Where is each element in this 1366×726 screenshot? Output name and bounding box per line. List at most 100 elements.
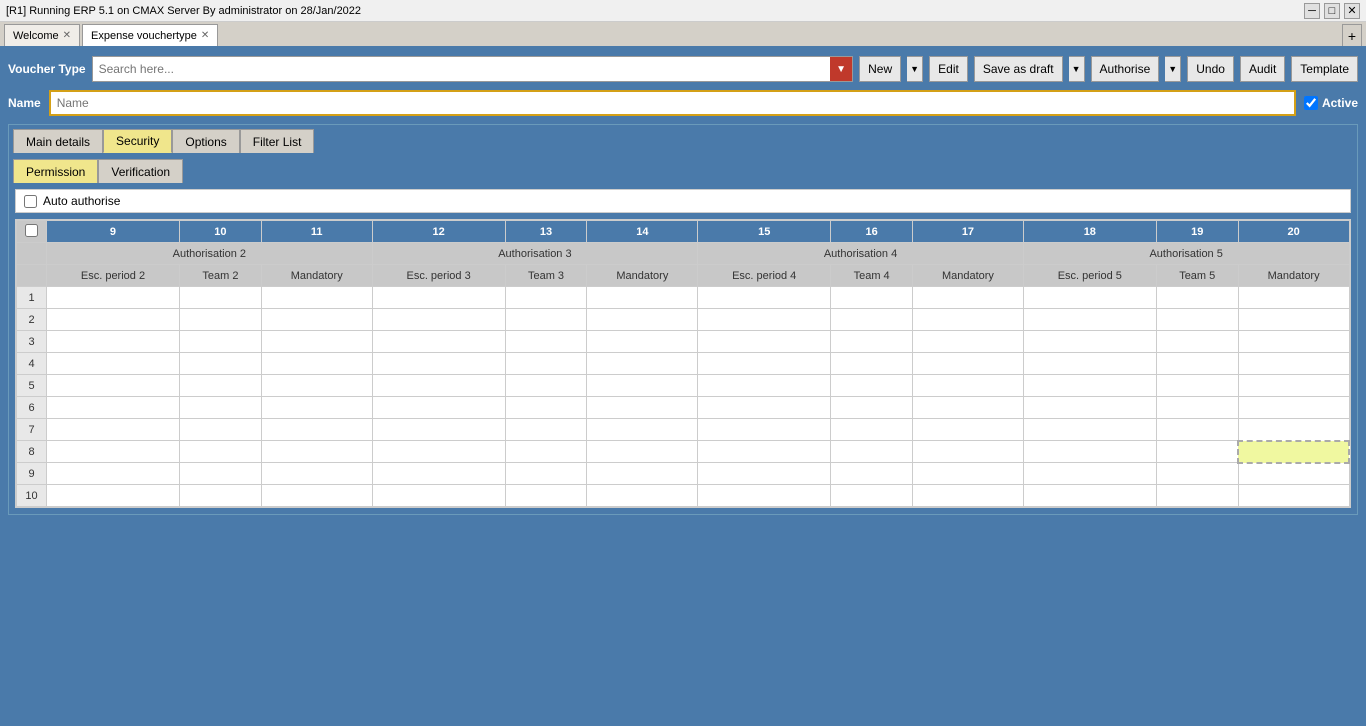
table-cell[interactable] — [831, 331, 913, 353]
table-cell[interactable] — [1156, 463, 1238, 485]
tab-main-details[interactable]: Main details — [13, 129, 103, 153]
active-checkbox[interactable] — [1304, 96, 1318, 110]
table-cell[interactable] — [698, 353, 831, 375]
table-cell[interactable] — [1156, 309, 1238, 331]
table-cell[interactable] — [179, 419, 261, 441]
table-cell[interactable] — [261, 463, 372, 485]
table-cell[interactable] — [698, 441, 831, 463]
table-cell[interactable] — [1156, 353, 1238, 375]
table-cell[interactable] — [261, 397, 372, 419]
table-cell[interactable] — [1238, 287, 1349, 309]
table-cell[interactable] — [831, 485, 913, 507]
subtab-permission[interactable]: Permission — [13, 159, 98, 183]
table-cell[interactable] — [1023, 441, 1156, 463]
table-cell[interactable] — [261, 419, 372, 441]
table-cell[interactable] — [913, 441, 1024, 463]
table-cell[interactable] — [587, 419, 698, 441]
audit-button[interactable]: Audit — [1240, 56, 1285, 82]
table-cell[interactable] — [698, 419, 831, 441]
table-cell[interactable] — [587, 397, 698, 419]
authorise-dropdown-button[interactable]: ▼ — [1165, 56, 1181, 82]
close-button[interactable]: ✕ — [1344, 3, 1360, 19]
table-cell[interactable] — [372, 419, 505, 441]
table-cell[interactable] — [913, 375, 1024, 397]
select-all-checkbox[interactable] — [25, 224, 38, 237]
table-cell[interactable] — [831, 419, 913, 441]
tab-security[interactable]: Security — [103, 129, 172, 153]
table-cell[interactable] — [179, 287, 261, 309]
table-cell[interactable] — [1023, 375, 1156, 397]
table-cell[interactable] — [1156, 331, 1238, 353]
table-cell[interactable] — [47, 287, 180, 309]
table-cell[interactable] — [1238, 419, 1349, 441]
table-cell[interactable] — [913, 309, 1024, 331]
table-cell[interactable] — [47, 419, 180, 441]
name-input[interactable] — [49, 90, 1296, 116]
table-cell[interactable] — [505, 375, 587, 397]
auto-authorise-checkbox[interactable] — [24, 195, 37, 208]
table-cell[interactable] — [372, 485, 505, 507]
table-cell[interactable] — [261, 353, 372, 375]
table-cell[interactable] — [372, 441, 505, 463]
table-cell[interactable] — [913, 353, 1024, 375]
table-cell[interactable] — [831, 375, 913, 397]
table-cell[interactable] — [1023, 419, 1156, 441]
save-draft-dropdown-button[interactable]: ▼ — [1069, 56, 1085, 82]
table-cell[interactable] — [505, 463, 587, 485]
table-cell[interactable] — [372, 287, 505, 309]
table-cell[interactable] — [587, 353, 698, 375]
table-cell[interactable] — [47, 309, 180, 331]
table-cell[interactable] — [47, 375, 180, 397]
table-cell[interactable] — [505, 309, 587, 331]
table-cell[interactable] — [1238, 375, 1349, 397]
save-draft-button[interactable]: Save as draft — [974, 56, 1063, 82]
table-cell[interactable] — [261, 485, 372, 507]
table-cell[interactable] — [1023, 463, 1156, 485]
table-cell[interactable] — [913, 287, 1024, 309]
table-cell[interactable] — [261, 441, 372, 463]
table-cell[interactable] — [505, 287, 587, 309]
table-cell[interactable] — [587, 309, 698, 331]
table-cell[interactable] — [831, 353, 913, 375]
table-cell[interactable] — [179, 463, 261, 485]
table-cell[interactable] — [179, 441, 261, 463]
table-cell[interactable] — [831, 397, 913, 419]
table-cell[interactable] — [1156, 419, 1238, 441]
table-cell[interactable] — [1156, 397, 1238, 419]
table-cell[interactable] — [1238, 353, 1349, 375]
table-cell[interactable] — [587, 331, 698, 353]
table-cell[interactable] — [372, 353, 505, 375]
table-cell[interactable] — [587, 375, 698, 397]
minimize-button[interactable]: ─ — [1304, 3, 1320, 19]
edit-button[interactable]: Edit — [929, 56, 968, 82]
tab-add-button[interactable]: + — [1342, 24, 1362, 46]
search-input[interactable] — [93, 57, 831, 81]
table-cell[interactable] — [1156, 375, 1238, 397]
table-cell[interactable] — [587, 485, 698, 507]
table-cell[interactable] — [261, 331, 372, 353]
table-cell[interactable] — [1023, 287, 1156, 309]
table-cell[interactable] — [1238, 441, 1349, 463]
template-button[interactable]: Template — [1291, 56, 1358, 82]
table-cell[interactable] — [505, 419, 587, 441]
new-dropdown-button[interactable]: ▼ — [907, 56, 923, 82]
table-cell[interactable] — [372, 331, 505, 353]
table-cell[interactable] — [179, 353, 261, 375]
table-cell[interactable] — [505, 331, 587, 353]
table-cell[interactable] — [698, 375, 831, 397]
tab-filter-list[interactable]: Filter List — [240, 129, 315, 153]
table-cell[interactable] — [913, 419, 1024, 441]
table-cell[interactable] — [1023, 331, 1156, 353]
table-cell[interactable] — [372, 309, 505, 331]
table-cell[interactable] — [505, 441, 587, 463]
table-cell[interactable] — [831, 463, 913, 485]
table-cell[interactable] — [913, 397, 1024, 419]
table-cell[interactable] — [587, 463, 698, 485]
table-cell[interactable] — [1023, 485, 1156, 507]
table-cell[interactable] — [261, 287, 372, 309]
table-cell[interactable] — [47, 463, 180, 485]
table-cell[interactable] — [913, 485, 1024, 507]
table-cell[interactable] — [1156, 441, 1238, 463]
table-cell[interactable] — [913, 331, 1024, 353]
tab-welcome-close[interactable]: ✕ — [63, 30, 71, 41]
